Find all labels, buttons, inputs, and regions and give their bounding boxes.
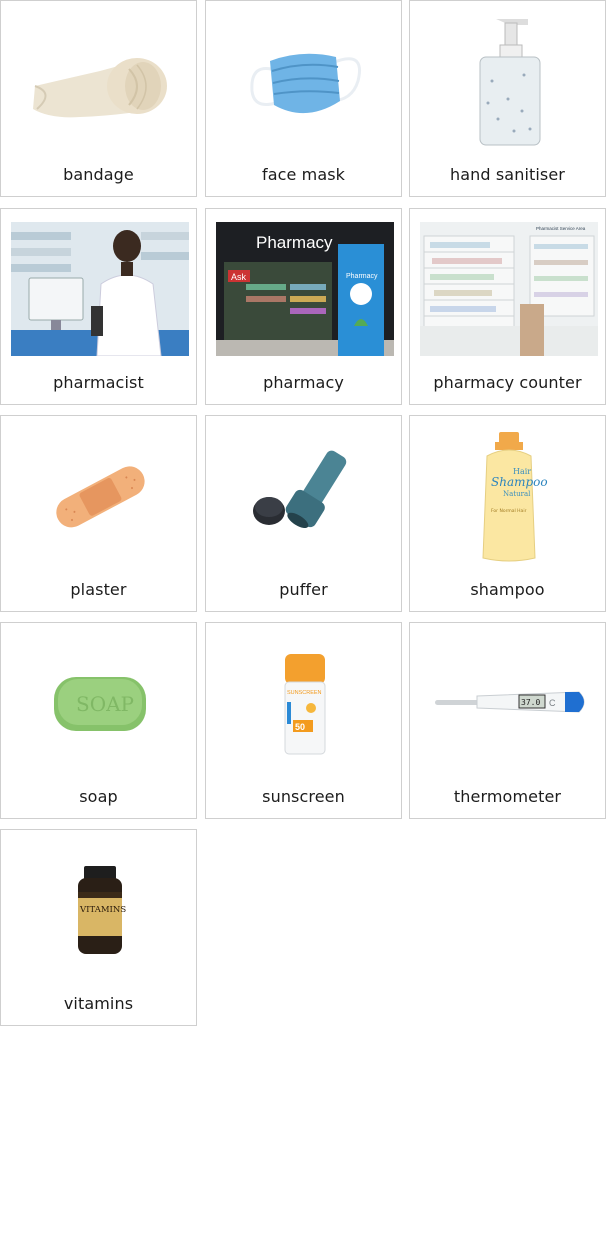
shampoo-icon: Hair Shampoo Natural For Normal Hair [410,416,607,576]
poster-title: Pharmacy [346,273,378,280]
card-label: shampoo [470,580,545,599]
sunscreen-spf: 50 [295,722,305,732]
thermometer-reading: 37.0 [521,698,540,707]
card-label: pharmacy counter [433,373,582,392]
soap-imprint: SOAP [76,692,134,716]
door-sign: Ask [231,272,247,282]
card-label: hand sanitiser [450,165,565,184]
card-label: face mask [261,165,346,184]
vitamins-icon: VITAMINS [1,830,198,990]
bandage-icon [1,1,198,161]
card-label: soap [79,787,118,806]
card-label: vitamins [63,994,134,1013]
soap-icon: SOAP [1,623,198,783]
card-sunscreen[interactable]: SUNSCREEN 50 sunscreen [205,622,402,819]
card-soap[interactable]: SOAP soap [0,622,197,819]
thermometer-icon: 37.0 C [410,623,607,783]
card-label: sunscreen [262,787,345,806]
face-mask-icon [206,1,403,161]
card-face-mask[interactable]: face mask [205,0,402,197]
card-vitamins[interactable]: VITAMINS vitamins [0,829,197,1026]
sunscreen-icon: SUNSCREEN 50 [206,623,403,783]
counter-sign: Pharmacist Service Area [536,226,586,231]
card-label: pharmacist [53,373,144,392]
pharmacy-counter-photo: Pharmacist Service Area [410,209,607,369]
pharmacy-storefront-photo: Pharmacy Ask Pharmacy [206,209,403,369]
hand-sanitiser-icon [410,1,607,161]
shampoo-small: For Normal Hair [491,508,527,514]
pharmacist-photo [1,209,198,369]
card-pharmacy-counter[interactable]: Pharmacist Service Area pharmacy counter [409,208,606,405]
sunscreen-brand: SUNSCREEN [287,690,322,696]
card-hand-sanitiser[interactable]: hand sanitiser [409,0,606,197]
plaster-icon [1,416,198,576]
storefront-sign: Pharmacy [256,233,333,252]
card-label: pharmacy [263,373,344,392]
card-label: thermometer [453,787,562,806]
card-thermometer[interactable]: 37.0 C thermometer [409,622,606,819]
card-label: bandage [63,165,134,184]
card-pharmacy[interactable]: Pharmacy Ask Pharmacy pharmacy [205,208,402,405]
card-bandage[interactable]: bandage [0,0,197,197]
shampoo-brand: Shampoo [491,475,548,489]
card-label: puffer [279,580,328,599]
shampoo-sub: Natural [503,490,531,498]
card-shampoo[interactable]: Hair Shampoo Natural For Normal Hair sha… [409,415,606,612]
puffer-icon [206,416,403,576]
card-plaster[interactable]: plaster [0,415,197,612]
card-pharmacist[interactable]: pharmacist [0,208,197,405]
card-puffer[interactable]: puffer [205,415,402,612]
vitamins-label: VITAMINS [79,905,126,915]
card-label: plaster [70,580,127,599]
thermometer-unit: C [549,698,556,708]
